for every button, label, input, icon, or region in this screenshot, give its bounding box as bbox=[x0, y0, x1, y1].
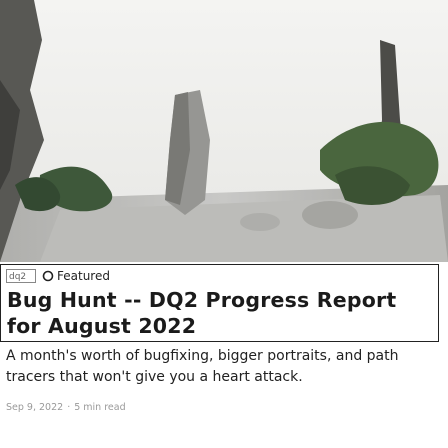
post-card[interactable]: dq2 Featured Bug Hunt -- DQ2 Progress Re… bbox=[0, 264, 439, 342]
featured-image-graphic bbox=[0, 0, 448, 262]
byline-separator: · bbox=[67, 402, 71, 413]
post-byline: Sep 9, 2022 · 5 min read bbox=[6, 402, 126, 413]
post-meta: dq2 Featured bbox=[6, 268, 110, 284]
circle-outline-icon bbox=[42, 270, 54, 282]
post-excerpt: A month's worth of bugfixing, bigger por… bbox=[6, 348, 399, 385]
featured-image[interactable] bbox=[0, 0, 448, 262]
featured-label: Featured bbox=[57, 269, 110, 283]
post-title[interactable]: Bug Hunt -- DQ2 Progress Report for Augu… bbox=[7, 287, 437, 339]
post-date: Sep 9, 2022 bbox=[6, 402, 64, 413]
featured-badge: Featured bbox=[42, 269, 110, 283]
publication-logo[interactable]: dq2 bbox=[6, 269, 36, 283]
read-time: 5 min read bbox=[74, 402, 126, 413]
